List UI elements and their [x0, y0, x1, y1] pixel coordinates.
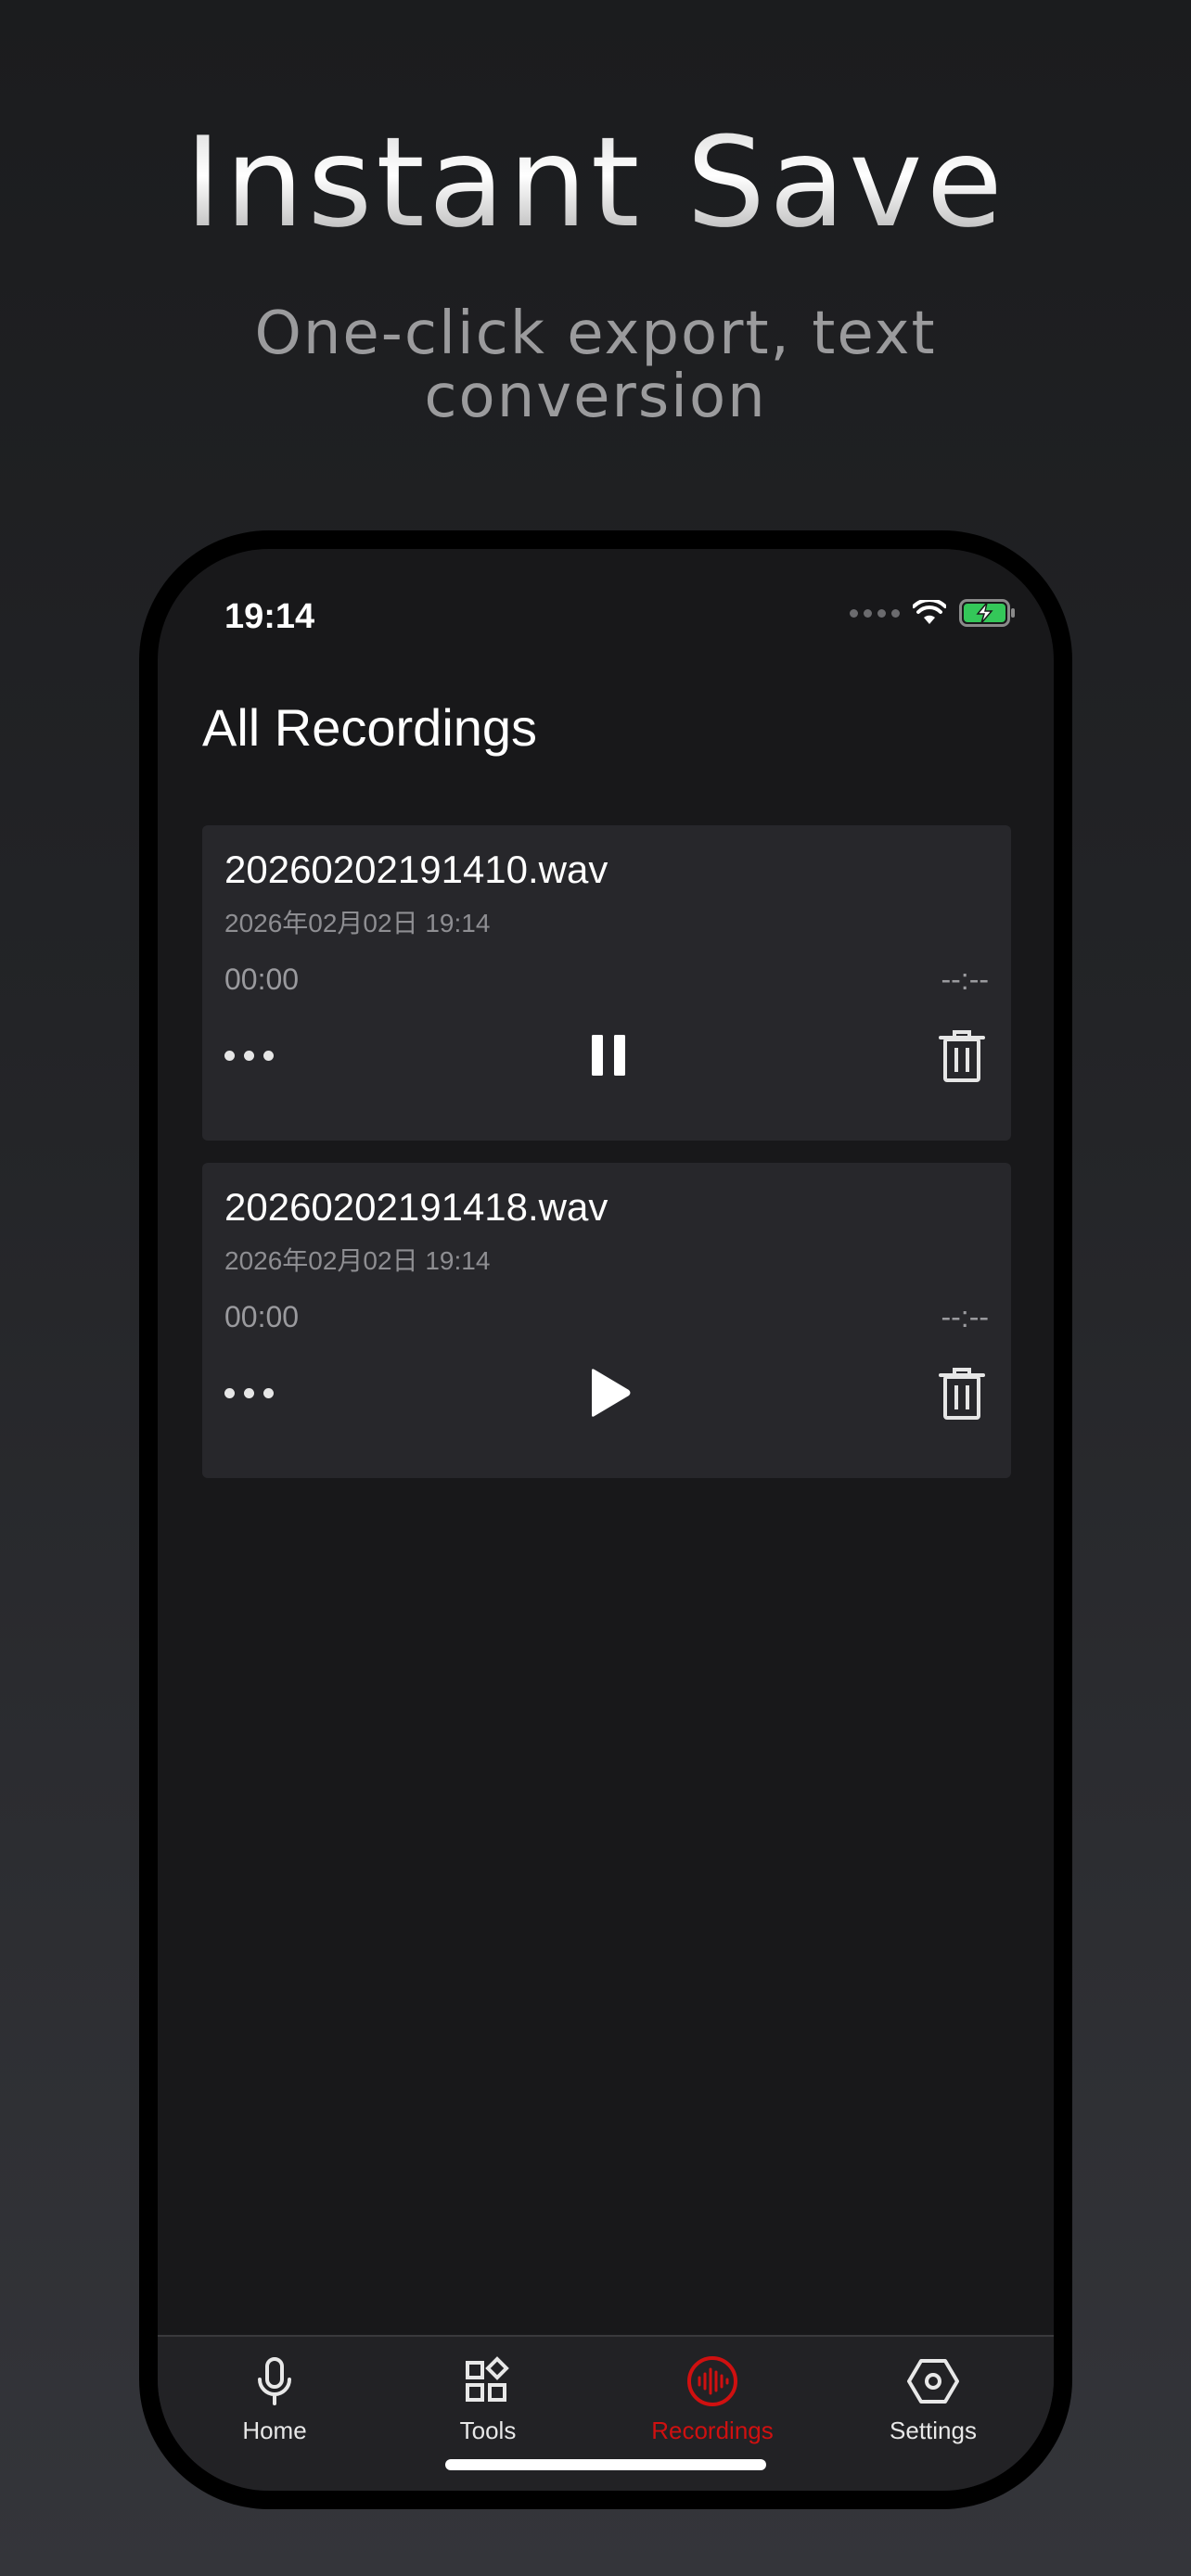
tab-label: Home [242, 2417, 307, 2444]
recording-filename: 20260202191418.wav [224, 1185, 608, 1229]
status-icons [850, 599, 1017, 627]
recording-date: 2026年02月02日 19:14 [224, 1246, 491, 1275]
current-time: 00:00 [224, 1300, 300, 1333]
tab-recordings[interactable]: Recordings [620, 2353, 805, 2445]
phone-frame: 19:14 All Recordings 20260202191410.wav … [139, 530, 1072, 2509]
hero-title: Instant Save [0, 113, 1191, 252]
phone-screen: 19:14 All Recordings 20260202191410.wav … [158, 549, 1054, 2491]
recording-date: 2026年02月02日 19:14 [224, 909, 491, 937]
microphone-icon [258, 2357, 291, 2405]
status-time: 19:14 [224, 597, 315, 636]
pause-icon[interactable] [581, 1027, 636, 1083]
recording-card[interactable]: 20260202191418.wav 2026年02月02日 19:14 00:… [202, 1163, 1011, 1478]
tools-grid-icon [466, 2356, 509, 2402]
settings-hexagon-icon [907, 2359, 959, 2404]
cellular-signal-icon [850, 608, 900, 618]
recording-filename: 20260202191410.wav [224, 848, 608, 891]
wifi-icon [913, 600, 946, 624]
tab-home[interactable]: Home [182, 2353, 367, 2445]
tab-label: Recordings [651, 2417, 774, 2444]
play-icon[interactable] [581, 1365, 636, 1421]
delete-trash-icon[interactable] [937, 1365, 987, 1421]
tab-label: Tools [459, 2417, 517, 2444]
total-time: --:-- [941, 963, 989, 996]
more-options-icon[interactable] [224, 1046, 280, 1065]
battery-charging-icon [959, 599, 1015, 627]
tab-settings[interactable]: Settings [840, 2353, 1026, 2445]
tab-tools[interactable]: Tools [395, 2353, 581, 2445]
page-title: All Recordings [202, 698, 538, 757]
recording-card[interactable]: 20260202191410.wav 2026年02月02日 19:14 00:… [202, 825, 1011, 1141]
delete-trash-icon[interactable] [937, 1027, 987, 1083]
total-time: --:-- [941, 1300, 989, 1333]
tab-label: Settings [890, 2417, 977, 2444]
hero-subtitle: One-click export, text conversion [254, 300, 937, 431]
home-indicator[interactable] [445, 2459, 766, 2470]
recordings-waveform-icon [687, 2356, 737, 2406]
more-options-icon[interactable] [224, 1384, 280, 1402]
current-time: 00:00 [224, 963, 300, 996]
